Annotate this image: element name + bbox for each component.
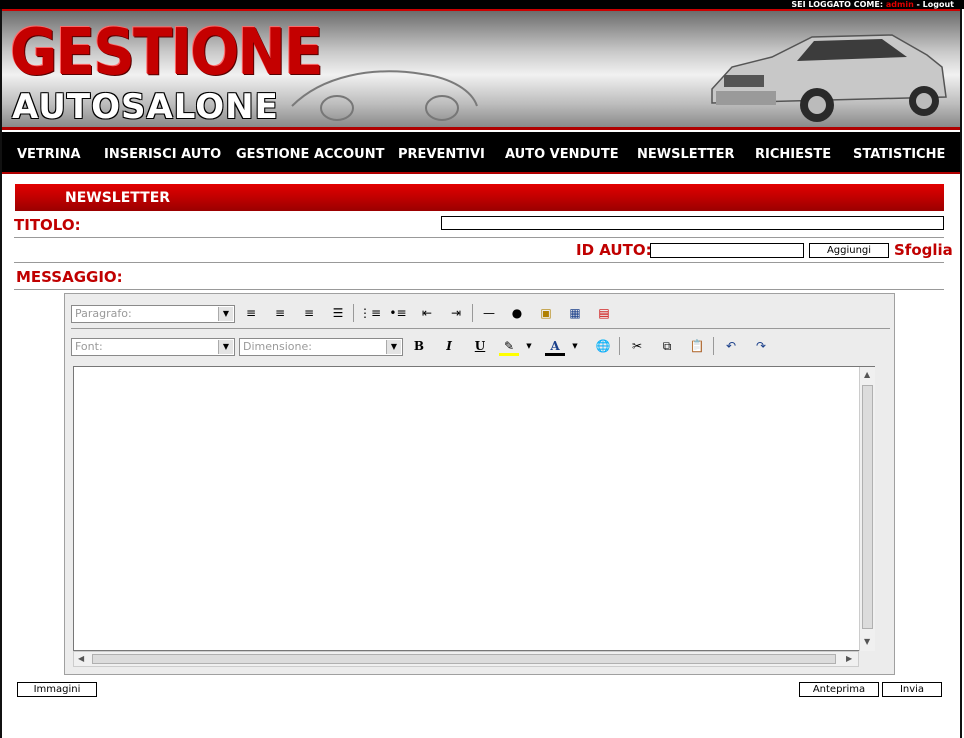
paste-icon[interactable]: 📋 bbox=[687, 336, 707, 356]
toolbar-separator bbox=[353, 304, 354, 322]
immagini-button[interactable]: Immagini bbox=[17, 682, 97, 697]
login-status-bar: SEI LOGGATO COME: admin - Logout bbox=[0, 0, 964, 9]
italic-icon[interactable]: I bbox=[439, 336, 459, 356]
align-left-icon[interactable]: ≡ bbox=[241, 303, 261, 323]
messaggio-label: MESSAGGIO: bbox=[16, 268, 123, 286]
main-nav: VETRINA INSERISCI AUTO GESTIONE ACCOUNT … bbox=[2, 132, 960, 174]
sfoglia-link[interactable]: Sfoglia bbox=[894, 241, 953, 259]
size-select-value: Dimensione: bbox=[243, 340, 312, 353]
paragraph-select[interactable]: Paragrafo: ▼ bbox=[71, 305, 235, 323]
scroll-left-icon[interactable]: ◀ bbox=[78, 654, 84, 663]
outdent-icon[interactable]: ⇤ bbox=[417, 303, 437, 323]
link-icon[interactable]: 🌐 bbox=[593, 336, 613, 356]
nav-preventivi[interactable]: PREVENTIVI bbox=[398, 147, 485, 162]
undo-icon[interactable]: ↶ bbox=[721, 336, 741, 356]
font-select-value: Font: bbox=[75, 340, 103, 353]
chevron-down-icon: ▼ bbox=[218, 307, 233, 321]
message-edit-area[interactable] bbox=[73, 366, 875, 651]
font-select[interactable]: Font: ▼ bbox=[71, 338, 235, 356]
horizontal-scrollbar[interactable]: ◀ ▶ bbox=[73, 651, 859, 667]
ordered-list-icon[interactable]: ⋮≡ bbox=[359, 303, 381, 323]
font-color-icon[interactable]: A bbox=[545, 336, 565, 356]
nav-gestione-account[interactable]: GESTIONE ACCOUNT bbox=[236, 147, 384, 162]
id-auto-input[interactable] bbox=[650, 243, 804, 258]
toolbar-divider bbox=[71, 328, 890, 329]
vertical-scrollbar[interactable]: ▲ ▼ bbox=[859, 367, 875, 651]
scroll-right-icon[interactable]: ▶ bbox=[846, 654, 852, 663]
divider bbox=[14, 262, 944, 263]
nav-richieste[interactable]: RICHIESTE bbox=[755, 147, 831, 162]
underline-icon[interactable]: U bbox=[470, 336, 490, 356]
scroll-up-icon[interactable]: ▲ bbox=[864, 370, 870, 379]
bold-icon[interactable]: B bbox=[409, 336, 429, 356]
login-prefix: SEI LOGGATO COME: bbox=[791, 0, 884, 9]
titolo-label: TITOLO: bbox=[14, 216, 81, 234]
unordered-list-icon[interactable]: •≡ bbox=[388, 303, 408, 323]
sphere-icon[interactable]: ● bbox=[507, 303, 527, 323]
horizontal-rule-icon[interactable]: — bbox=[479, 303, 499, 323]
section-title: NEWSLETTER bbox=[15, 184, 944, 211]
chart-icon[interactable]: ▤ bbox=[594, 303, 614, 323]
divider bbox=[14, 237, 944, 238]
align-right-icon[interactable]: ≡ bbox=[299, 303, 319, 323]
nav-auto-vendute[interactable]: AUTO VENDUTE bbox=[505, 147, 619, 162]
logged-user: admin bbox=[885, 0, 914, 9]
chevron-down-icon[interactable]: ▼ bbox=[570, 336, 580, 356]
size-select[interactable]: Dimensione: ▼ bbox=[239, 338, 403, 356]
site-header: GESTIONE AUTOSALONE bbox=[2, 9, 960, 130]
toolbar-separator bbox=[619, 337, 620, 355]
anteprima-button[interactable]: Anteprima bbox=[799, 682, 879, 697]
image-icon[interactable]: ▣ bbox=[536, 303, 556, 323]
toolbar-separator bbox=[472, 304, 473, 322]
toolbar-separator bbox=[713, 337, 714, 355]
scroll-down-icon[interactable]: ▼ bbox=[864, 637, 870, 646]
align-justify-icon[interactable]: ☰ bbox=[328, 303, 348, 323]
copy-icon[interactable]: ⧉ bbox=[657, 336, 677, 356]
chevron-down-icon[interactable]: ▼ bbox=[524, 336, 534, 356]
logo-autosalone: AUTOSALONE bbox=[12, 87, 279, 127]
nav-inserisci-auto[interactable]: INSERISCI AUTO bbox=[104, 147, 221, 162]
nav-statistiche[interactable]: STATISTICHE bbox=[853, 147, 945, 162]
chevron-down-icon: ▼ bbox=[386, 340, 401, 354]
rich-text-editor: Paragrafo: ▼ ≡ ≡ ≡ ☰ ⋮≡ •≡ ⇤ ⇥ — ● ▣ ▦ ▤… bbox=[64, 293, 895, 675]
nav-newsletter[interactable]: NEWSLETTER bbox=[637, 147, 735, 162]
align-center-icon[interactable]: ≡ bbox=[270, 303, 290, 323]
paragraph-select-value: Paragrafo: bbox=[75, 307, 132, 320]
logo-gestione: GESTIONE bbox=[10, 14, 324, 90]
scroll-thumb[interactable] bbox=[862, 385, 873, 629]
indent-icon[interactable]: ⇥ bbox=[446, 303, 466, 323]
chevron-down-icon: ▼ bbox=[218, 340, 233, 354]
cut-icon[interactable]: ✂ bbox=[627, 336, 647, 356]
divider bbox=[14, 289, 944, 290]
aggiungi-button[interactable]: Aggiungi bbox=[809, 243, 889, 258]
redo-icon[interactable]: ↷ bbox=[751, 336, 771, 356]
table-icon[interactable]: ▦ bbox=[565, 303, 585, 323]
nav-vetrina[interactable]: VETRINA bbox=[17, 147, 81, 162]
scroll-thumb[interactable] bbox=[92, 654, 836, 664]
titolo-input[interactable] bbox=[441, 216, 944, 230]
id-auto-label: ID AUTO: bbox=[576, 241, 652, 259]
separator: - bbox=[913, 0, 923, 9]
car-outline-graphic bbox=[291, 70, 478, 121]
invia-button[interactable]: Invia bbox=[882, 682, 942, 697]
logout-link[interactable]: Logout bbox=[923, 0, 954, 9]
car-image bbox=[711, 34, 947, 122]
highlight-icon[interactable]: ✎ bbox=[499, 336, 519, 356]
